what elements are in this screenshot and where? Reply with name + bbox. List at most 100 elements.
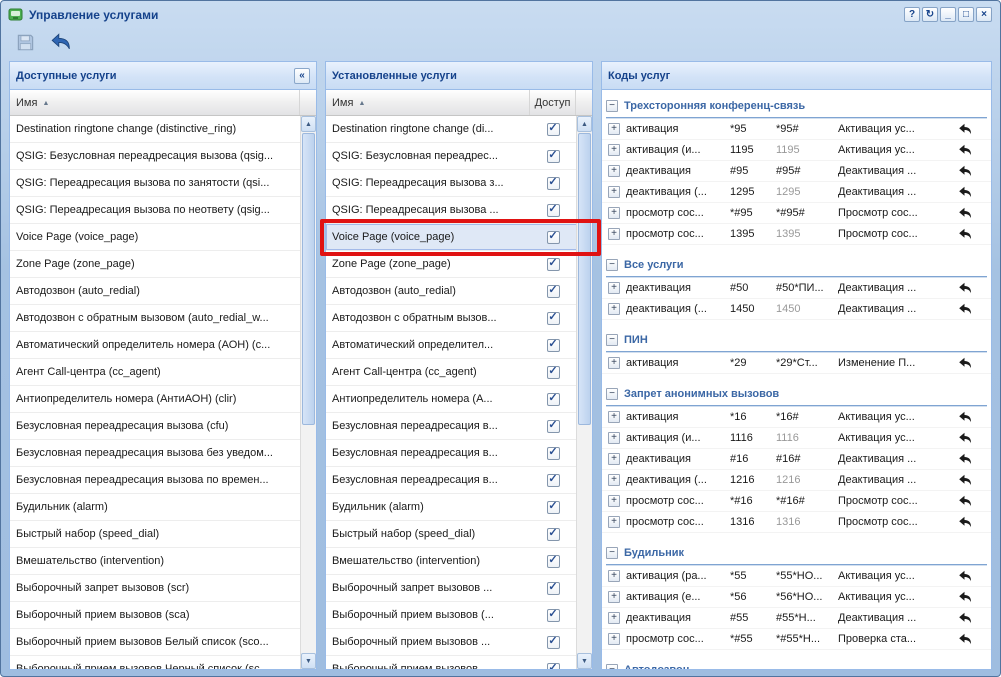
scroll-thumb[interactable] <box>302 133 315 425</box>
undo-icon[interactable] <box>948 569 982 583</box>
undo-icon[interactable] <box>948 356 982 370</box>
row-expand-icon[interactable]: + <box>608 633 620 645</box>
code-group-header[interactable]: − ПИН <box>606 328 987 352</box>
service-row[interactable]: Безусловная переадресация вызова по врем… <box>10 467 300 494</box>
service-row[interactable]: Выборочный прием вызовов (sca) <box>10 602 300 629</box>
service-row[interactable]: Вмешательство (intervention) ✓ <box>326 548 576 575</box>
row-expand-icon[interactable]: + <box>608 228 620 240</box>
service-row[interactable]: Выборочный запрет вызовов ... ✓ <box>326 575 576 602</box>
undo-icon[interactable] <box>948 185 982 199</box>
collapse-panel-button[interactable]: « <box>294 68 310 84</box>
service-row[interactable]: Автоматический определител... ✓ <box>326 332 576 359</box>
access-checkbox[interactable]: ✓ <box>530 123 576 136</box>
service-row[interactable]: Безусловная переадресация вызова (cfu) <box>10 413 300 440</box>
code-row[interactable]: + активация (и... 1116 1116 Активация ус… <box>602 428 991 449</box>
refresh-button[interactable]: ↻ <box>922 7 938 22</box>
row-expand-icon[interactable]: + <box>608 570 620 582</box>
name-column-header[interactable]: Имя ▲ <box>326 90 530 115</box>
code-row[interactable]: + деактивация #16 #16# Деактивация ... <box>602 449 991 470</box>
row-expand-icon[interactable]: + <box>608 303 620 315</box>
access-checkbox[interactable]: ✓ <box>530 150 576 163</box>
name-column-header[interactable]: Имя ▲ <box>10 90 300 115</box>
service-row[interactable]: Выборочный прием вызовов (... ✓ <box>326 602 576 629</box>
access-checkbox[interactable]: ✓ <box>530 420 576 433</box>
service-row[interactable]: Быстрый набор (speed_dial) <box>10 521 300 548</box>
code-row[interactable]: + просмотр сос... *#95 *#95# Просмотр со… <box>602 203 991 224</box>
code-group-header[interactable]: − Все услуги <box>606 253 987 277</box>
code-row[interactable]: + активация *29 *29*Ст... Изменение П... <box>602 353 991 374</box>
undo-icon[interactable] <box>948 302 982 316</box>
undo-icon[interactable] <box>948 611 982 625</box>
access-checkbox[interactable]: ✓ <box>530 366 576 379</box>
group-collapse-icon[interactable]: − <box>606 334 618 346</box>
service-row[interactable]: QSIG: Переадресация вызова ... ✓ <box>326 197 576 224</box>
scroll-thumb[interactable] <box>578 133 591 425</box>
code-row[interactable]: + деактивация (... 1295 1295 Деактивация… <box>602 182 991 203</box>
row-expand-icon[interactable]: + <box>608 144 620 156</box>
access-checkbox[interactable]: ✓ <box>530 285 576 298</box>
undo-icon[interactable] <box>948 452 982 466</box>
maximize-button[interactable]: □ <box>958 7 974 22</box>
service-row[interactable]: QSIG: Переадресация вызова по неответу (… <box>10 197 300 224</box>
help-button[interactable]: ? <box>904 7 920 22</box>
group-collapse-icon[interactable]: − <box>606 388 618 400</box>
access-checkbox[interactable]: ✓ <box>530 177 576 190</box>
access-checkbox[interactable]: ✓ <box>530 501 576 514</box>
service-row[interactable]: Выборочный прием вызовов Черный список (… <box>10 656 300 669</box>
code-row[interactable]: + деактивация #95 #95# Деактивация ... <box>602 161 991 182</box>
code-row[interactable]: + деактивация (... 1216 1216 Деактивация… <box>602 470 991 491</box>
undo-icon[interactable] <box>948 473 982 487</box>
service-row[interactable]: Автоматический определитель номера (АОН)… <box>10 332 300 359</box>
row-expand-icon[interactable]: + <box>608 123 620 135</box>
access-checkbox[interactable]: ✓ <box>530 663 576 670</box>
code-row[interactable]: + просмотр сос... *#55 *#55*Н... Проверк… <box>602 629 991 650</box>
group-collapse-icon[interactable]: − <box>606 664 618 670</box>
access-checkbox[interactable]: ✓ <box>530 582 576 595</box>
code-group-header[interactable]: − Запрет анонимных вызовов <box>606 382 987 406</box>
minimize-button[interactable]: _ <box>940 7 956 22</box>
service-row[interactable]: Безусловная переадресация вызова без уве… <box>10 440 300 467</box>
code-group-header[interactable]: − Автодозвон <box>606 658 987 669</box>
service-row[interactable]: Безусловная переадресация в... ✓ <box>326 440 576 467</box>
undo-icon[interactable] <box>948 281 982 295</box>
undo-button[interactable] <box>47 28 75 56</box>
code-row[interactable]: + просмотр сос... 1316 1316 Просмотр сос… <box>602 512 991 533</box>
row-expand-icon[interactable]: + <box>608 591 620 603</box>
row-expand-icon[interactable]: + <box>608 282 620 294</box>
scroll-down-button[interactable]: ▼ <box>301 653 316 669</box>
scroll-up-button[interactable]: ▲ <box>577 116 592 132</box>
code-row[interactable]: + деактивация #55 #55*Н... Деактивация .… <box>602 608 991 629</box>
service-row[interactable]: Будильник (alarm) <box>10 494 300 521</box>
code-row[interactable]: + активация (и... 1195 1195 Активация ус… <box>602 140 991 161</box>
access-checkbox[interactable]: ✓ <box>530 231 576 244</box>
row-expand-icon[interactable]: + <box>608 453 620 465</box>
undo-icon[interactable] <box>948 143 982 157</box>
service-row[interactable]: Автодозвон с обратным вызовом (auto_redi… <box>10 305 300 332</box>
access-checkbox[interactable]: ✓ <box>530 447 576 460</box>
access-checkbox[interactable]: ✓ <box>530 312 576 325</box>
code-row[interactable]: + активация *95 *95# Активация ус... <box>602 119 991 140</box>
vertical-scrollbar[interactable]: ▲ ▼ <box>300 116 316 669</box>
undo-icon[interactable] <box>948 122 982 136</box>
undo-icon[interactable] <box>948 227 982 241</box>
row-expand-icon[interactable]: + <box>608 186 620 198</box>
access-checkbox[interactable]: ✓ <box>530 258 576 271</box>
service-row[interactable]: Агент Call-центра (cc_agent) ✓ <box>326 359 576 386</box>
service-row[interactable]: Автодозвон (auto_redial) <box>10 278 300 305</box>
service-row[interactable]: Выборочный запрет вызовов (scr) <box>10 575 300 602</box>
service-row[interactable]: Безусловная переадресация в... ✓ <box>326 413 576 440</box>
code-group-header[interactable]: − Трехсторонняя конференц-связь <box>606 94 987 118</box>
access-checkbox[interactable]: ✓ <box>530 528 576 541</box>
row-expand-icon[interactable]: + <box>608 411 620 423</box>
service-row[interactable]: Zone Page (zone_page) <box>10 251 300 278</box>
title-bar[interactable]: Управление услугами ? ↻ _ □ × <box>1 1 1000 25</box>
service-row[interactable]: QSIG: Переадресация вызова по занятости … <box>10 170 300 197</box>
undo-icon[interactable] <box>948 632 982 646</box>
service-row[interactable]: Автодозвон (auto_redial) ✓ <box>326 278 576 305</box>
code-row[interactable]: + деактивация #50 #50*ПИ... Деактивация … <box>602 278 991 299</box>
group-collapse-icon[interactable]: − <box>606 547 618 559</box>
service-row[interactable]: Безусловная переадресация в... ✓ <box>326 467 576 494</box>
undo-icon[interactable] <box>948 590 982 604</box>
service-row[interactable]: Destination ringtone change (distinctive… <box>10 116 300 143</box>
row-expand-icon[interactable]: + <box>608 495 620 507</box>
